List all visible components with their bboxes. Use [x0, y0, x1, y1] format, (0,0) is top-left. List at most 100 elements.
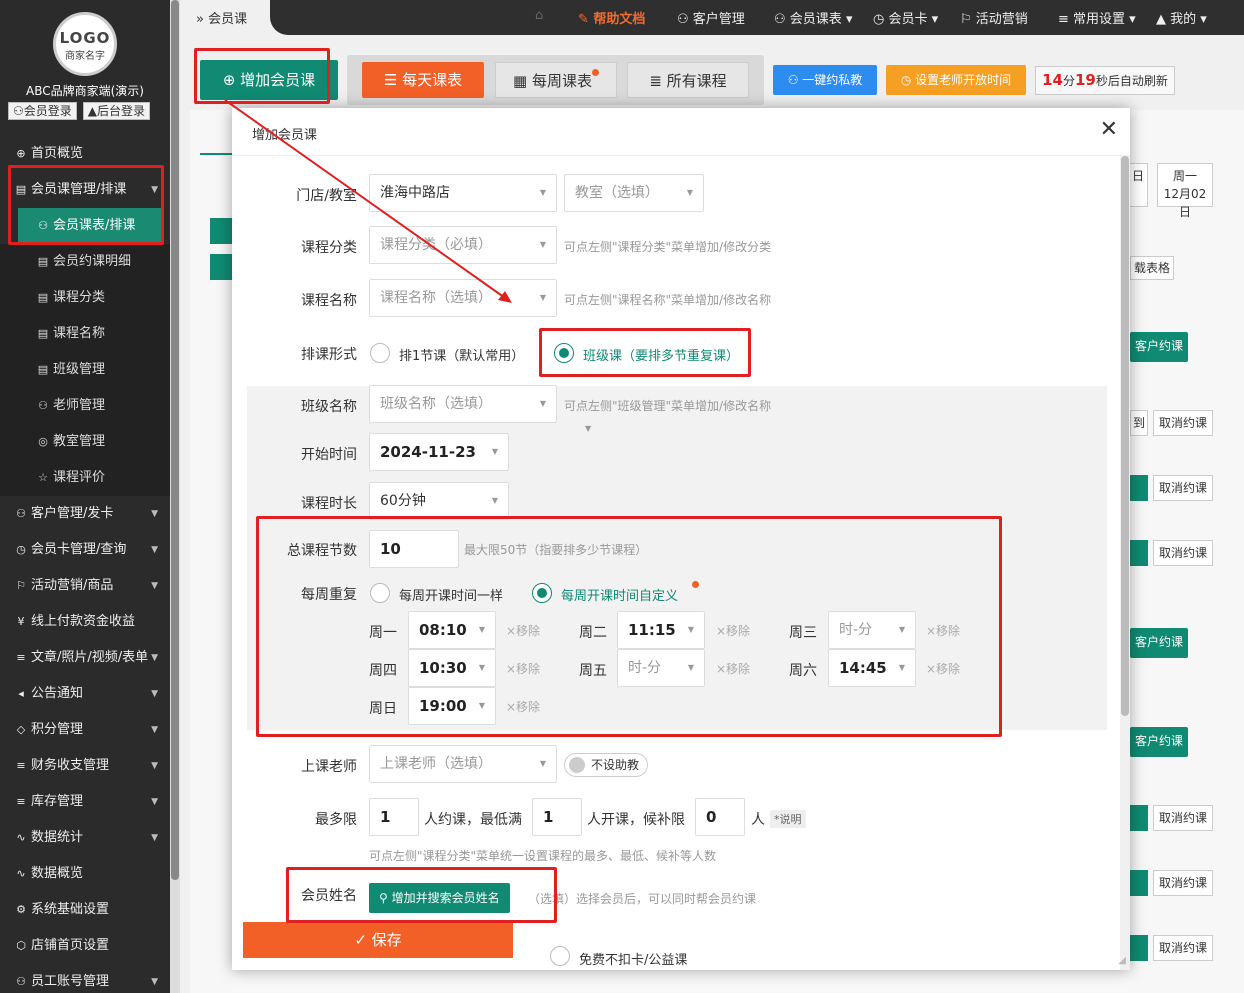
- side-action-button[interactable]: [210, 254, 232, 280]
- time-select-fri[interactable]: 时-分 ▼: [617, 649, 705, 687]
- checkin-button[interactable]: [1130, 540, 1148, 566]
- cancel-booking-button[interactable]: 取消约课: [1153, 475, 1213, 501]
- side-action-button[interactable]: [210, 218, 232, 244]
- day-column-monday[interactable]: 周一 12月02日: [1157, 163, 1213, 219]
- cancel-booking-button[interactable]: 取消约课: [1153, 935, 1213, 961]
- cancel-booking-button[interactable]: 取消约课: [1153, 805, 1213, 831]
- remove-mon-button[interactable]: ×移除: [506, 622, 540, 639]
- checkin-button[interactable]: [1130, 870, 1148, 896]
- single-class-radio[interactable]: [370, 343, 390, 363]
- remove-wed-button[interactable]: ×移除: [926, 622, 960, 639]
- sidebar-item-points[interactable]: ◇ 积分管理 ▼: [0, 712, 170, 748]
- remove-tue-button[interactable]: ×移除: [716, 622, 750, 639]
- cancel-booking-button[interactable]: 取消约课: [1153, 540, 1213, 566]
- download-table-button[interactable]: 载表格: [1130, 256, 1174, 280]
- sidebar-item-review[interactable]: ☆ 课程评价: [0, 460, 170, 496]
- add-course-button[interactable]: ⊕ 增加会员课: [200, 60, 338, 100]
- sidebar-item-course-category[interactable]: ▤ 课程分类: [0, 280, 170, 316]
- sidebar-item-articles[interactable]: ≡ 文章/照片/视频/表单 ▼: [0, 640, 170, 676]
- group-class-radio[interactable]: [554, 343, 574, 363]
- checkin-button[interactable]: 到: [1130, 410, 1148, 436]
- remove-thu-button[interactable]: ×移除: [506, 660, 540, 677]
- time-select-tue[interactable]: 11:15 ▼: [617, 611, 705, 649]
- sidebar-item-classroom[interactable]: ◎ 教室管理: [0, 424, 170, 460]
- sidebar-item-payment[interactable]: ¥ 线上付款资金收益: [0, 604, 170, 640]
- sidebar-item-settings[interactable]: ⚙ 系统基础设置: [0, 892, 170, 928]
- time-select-mon[interactable]: 08:10 ▼: [408, 611, 496, 649]
- remove-sat-button[interactable]: ×移除: [926, 660, 960, 677]
- scrollbar-thumb[interactable]: [171, 0, 179, 880]
- store-select[interactable]: 淮海中路店 ▼: [369, 174, 557, 212]
- limit-note-button[interactable]: *说明: [770, 810, 806, 828]
- checkin-button[interactable]: [1130, 475, 1148, 501]
- repeat-same-radio[interactable]: [370, 583, 390, 603]
- nav-help-docs[interactable]: ✎ 帮助文档: [578, 8, 645, 27]
- repeat-custom-radio[interactable]: [532, 583, 552, 603]
- time-select-thu[interactable]: 10:30 ▼: [408, 649, 496, 687]
- teacher-time-button[interactable]: ◷ 设置老师开放时间: [886, 65, 1026, 95]
- scrollbar-thumb[interactable]: [1121, 156, 1129, 716]
- home-icon[interactable]: ⌂: [535, 8, 543, 23]
- max-people-input[interactable]: 1: [369, 798, 419, 836]
- waitlist-input[interactable]: 0: [695, 798, 745, 836]
- sidebar-item-marketing[interactable]: ⚐ 活动营销/商品 ▼: [0, 568, 170, 604]
- close-icon[interactable]: ✕: [1100, 118, 1118, 142]
- nav-marketing[interactable]: ⚐ 活动营销: [960, 8, 1028, 27]
- tab-weekly[interactable]: ▦ 每周课表: [495, 62, 617, 98]
- remove-sun-button[interactable]: ×移除: [506, 698, 540, 715]
- save-button[interactable]: ✓ 保存: [243, 922, 513, 958]
- sidebar-item-notice[interactable]: ◂ 公告通知 ▼: [0, 676, 170, 712]
- sidebar-item-overview[interactable]: ∿ 数据概览: [0, 856, 170, 892]
- teacher-select[interactable]: 上课老师（选填） ▼: [369, 745, 557, 783]
- tab-all[interactable]: ≣ 所有课程: [627, 62, 749, 98]
- duration-select[interactable]: 60分钟 ▼: [369, 482, 509, 520]
- sidebar-item-schedule[interactable]: ⚇ 会员课表/排课: [18, 208, 162, 244]
- sidebar-item-home[interactable]: ⊕ 首页概览: [0, 136, 170, 172]
- start-date-select[interactable]: 2024-11-23 ▼: [369, 433, 509, 471]
- min-people-input[interactable]: 1: [532, 798, 582, 836]
- sidebar-item-class[interactable]: ▤ 班级管理: [0, 352, 170, 388]
- class-name-select[interactable]: 班级名称（选填） ▼: [369, 385, 557, 423]
- category-select[interactable]: 课程分类（必填） ▼: [369, 226, 557, 264]
- assistant-toggle[interactable]: 不设助教: [564, 753, 649, 777]
- sidebar-item-booking-detail[interactable]: ▤ 会员约课明细: [0, 244, 170, 280]
- remove-fri-button[interactable]: ×移除: [716, 660, 750, 677]
- time-select-wed[interactable]: 时-分 ▼: [828, 611, 916, 649]
- sidebar-item-shop-home[interactable]: ⬡ 店铺首页设置: [0, 928, 170, 964]
- nav-schedule[interactable]: ⚇ 会员课表 ▾: [774, 8, 852, 27]
- nav-customer[interactable]: ⚇ 客户管理: [677, 8, 745, 27]
- member-login-button[interactable]: ⚇会员登录: [8, 102, 77, 120]
- sidebar-item-statistics[interactable]: ∿ 数据统计 ▼: [0, 820, 170, 856]
- sidebar-item-teacher[interactable]: ⚇ 老师管理: [0, 388, 170, 424]
- sidebar-item-customer[interactable]: ⚇ 客户管理/发卡 ▼: [0, 496, 170, 532]
- tab-daily[interactable]: ☰ 每天课表: [362, 62, 484, 98]
- cancel-booking-button[interactable]: 取消约课: [1153, 410, 1213, 436]
- sidebar-item-course-management[interactable]: ▤ 会员课管理/排课 ▼: [0, 172, 170, 208]
- sidebar-item-card[interactable]: ◷ 会员卡管理/查询 ▼: [0, 532, 170, 568]
- course-name-select[interactable]: 课程名称（选填） ▼: [369, 279, 557, 317]
- sidebar-item-staff[interactable]: ⚇ 员工账号管理 ▼: [0, 964, 170, 993]
- nav-card[interactable]: ◷ 会员卡 ▾: [873, 8, 938, 27]
- time-select-sun[interactable]: 19:00 ▼: [408, 687, 496, 725]
- time-select-sat[interactable]: 14:45 ▼: [828, 649, 916, 687]
- sidebar-item-course-name[interactable]: ▤ 课程名称: [0, 316, 170, 352]
- customer-book-button[interactable]: 客户约课: [1130, 628, 1188, 658]
- nav-mine[interactable]: ▲ 我的 ▾: [1156, 8, 1207, 27]
- resize-handle-icon[interactable]: ◢: [1118, 955, 1126, 966]
- checkin-button[interactable]: [1130, 805, 1148, 831]
- free-class-radio[interactable]: [550, 946, 570, 966]
- nav-settings[interactable]: ≡ 常用设置 ▾: [1058, 8, 1136, 27]
- customer-book-button[interactable]: 客户约课: [1130, 727, 1188, 757]
- modal-scrollbar[interactable]: [1120, 156, 1130, 970]
- customer-book-button[interactable]: 客户约课: [1130, 332, 1188, 362]
- search-member-button[interactable]: ⚲ 增加并搜索会员姓名: [369, 883, 510, 913]
- admin-login-button[interactable]: ▲后台登录: [82, 102, 151, 120]
- day-column-prev[interactable]: 日: [1128, 163, 1148, 207]
- private-booking-button[interactable]: ⚇ 一键约私教: [773, 65, 877, 95]
- sidebar-item-finance[interactable]: ≡ 财务收支管理 ▼: [0, 748, 170, 784]
- sidebar-scrollbar[interactable]: [170, 0, 180, 993]
- sidebar-item-inventory[interactable]: ≡ 库存管理 ▼: [0, 784, 170, 820]
- cancel-booking-button[interactable]: 取消约课: [1153, 870, 1213, 896]
- checkin-button[interactable]: [1130, 935, 1148, 961]
- total-lessons-input[interactable]: 10: [369, 530, 459, 568]
